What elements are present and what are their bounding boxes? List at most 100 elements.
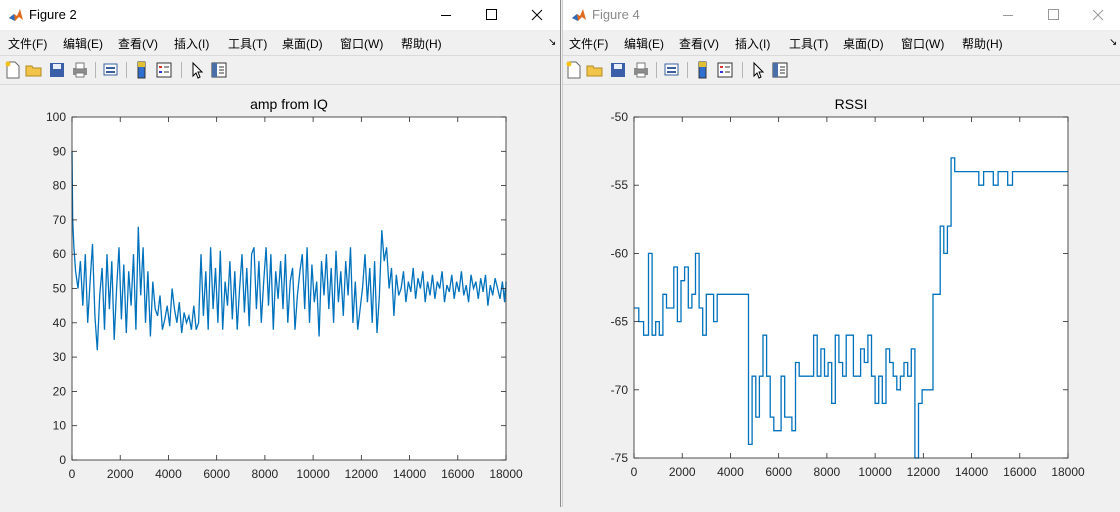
x-tick-label: 2000: [107, 467, 134, 481]
figure-canvas[interactable]: amp from IQ 0 2000 4000 6000 8000 10000 12000 14…: [0, 85, 560, 507]
menu-tools[interactable]: 工具(T): [789, 35, 828, 52]
x-tick-label: 14000: [393, 467, 427, 481]
toolbar: [563, 55, 1120, 85]
x-tick-label: 10000: [296, 467, 330, 481]
toolbar-separator: [126, 62, 127, 78]
y-tick-label: -65: [611, 315, 629, 329]
matlab-logo-icon: [572, 9, 586, 21]
menu-bar: 文件(F) 编辑(E) 查看(V) 插入(I) 工具(T) 桌面(D) 窗口(W…: [563, 31, 1120, 53]
rssi-axes[interactable]: RSSI 0 2000 4000 6000 8000 10000 12000 14000 1600…: [563, 85, 1120, 507]
y-tick-label: 100: [46, 110, 66, 124]
y-tick-label: 0: [59, 453, 66, 467]
edit-plot-cursor-icon[interactable]: [187, 60, 207, 80]
y-tick-label: 30: [53, 350, 67, 364]
window-title: Figure 4: [592, 7, 640, 22]
menu-insert[interactable]: 插入(I): [174, 35, 209, 52]
menu-view[interactable]: 查看(V): [118, 35, 158, 52]
x-tick-label: 0: [69, 467, 76, 481]
x-tick-label: 14000: [955, 465, 989, 479]
new-figure-icon[interactable]: [3, 60, 23, 80]
menu-window[interactable]: 窗口(W): [340, 35, 383, 52]
maximize-button[interactable]: [1030, 0, 1076, 30]
close-button[interactable]: [514, 0, 560, 30]
x-tick-label: 12000: [345, 467, 379, 481]
figure-canvas[interactable]: RSSI 0 2000 4000 6000 8000 10000 12000 14000 1600…: [563, 85, 1120, 507]
y-tick-label: 40: [53, 316, 67, 330]
minimize-button[interactable]: [423, 0, 469, 30]
menu-view[interactable]: 查看(V): [679, 35, 719, 52]
menu-overflow-arrow-icon[interactable]: ↘: [1109, 37, 1117, 48]
print-icon[interactable]: [70, 60, 90, 80]
toolbar-separator: [687, 62, 688, 78]
x-tick-label: 12000: [907, 465, 941, 479]
new-figure-icon[interactable]: [564, 60, 584, 80]
save-icon[interactable]: [608, 60, 628, 80]
window-title: Figure 2: [29, 7, 77, 22]
legend-icon[interactable]: [154, 60, 174, 80]
menu-window[interactable]: 窗口(W): [901, 35, 944, 52]
y-tick-label: 80: [53, 179, 67, 193]
amp-from-iq-axes[interactable]: amp from IQ 0 2000 4000 6000 8000 10000 12000 14…: [0, 85, 560, 507]
x-tick-label: 2000: [669, 465, 696, 479]
x-tick-label: 18000: [489, 467, 523, 481]
legend-icon[interactable]: [715, 60, 735, 80]
y-tick-label: 60: [53, 247, 67, 261]
menu-desktop[interactable]: 桌面(D): [843, 35, 884, 52]
maximize-button[interactable]: [468, 0, 514, 30]
y-tick-label: 20: [53, 384, 67, 398]
toolbar-separator: [95, 62, 96, 78]
x-tick-label: 0: [631, 465, 638, 479]
colorbar-icon[interactable]: [693, 60, 713, 80]
property-inspector-icon[interactable]: [770, 60, 790, 80]
print-icon[interactable]: [631, 60, 651, 80]
colorbar-icon[interactable]: [132, 60, 152, 80]
property-inspector-icon[interactable]: [209, 60, 229, 80]
menu-tools[interactable]: 工具(T): [228, 35, 267, 52]
menu-desktop[interactable]: 桌面(D): [282, 35, 323, 52]
y-tick-label: -60: [611, 246, 629, 260]
title-bar[interactable]: Figure 2: [0, 0, 560, 30]
maximize-icon: [486, 9, 497, 20]
menu-help[interactable]: 帮助(H): [962, 35, 1003, 52]
matlab-logo-icon: [9, 9, 23, 21]
menu-insert[interactable]: 插入(I): [735, 35, 770, 52]
menu-overflow-arrow-icon[interactable]: ↘: [548, 37, 556, 48]
menu-file[interactable]: 文件(F): [569, 35, 608, 52]
y-tick-label: -55: [611, 178, 629, 192]
link-plot-icon[interactable]: [662, 60, 682, 80]
close-button[interactable]: [1075, 0, 1120, 30]
x-tick-label: 8000: [252, 467, 279, 481]
x-tick-label: 4000: [155, 467, 182, 481]
menu-file[interactable]: 文件(F): [8, 35, 47, 52]
x-tick-label: 10000: [858, 465, 892, 479]
toolbar-separator: [656, 62, 657, 78]
y-tick-label: 50: [53, 282, 67, 296]
open-file-icon[interactable]: [585, 60, 605, 80]
y-tick-label: 90: [53, 144, 67, 158]
open-file-icon[interactable]: [24, 60, 44, 80]
save-icon[interactable]: [47, 60, 67, 80]
x-tick-label: 16000: [441, 467, 475, 481]
x-tick-label: 4000: [717, 465, 744, 479]
menu-edit[interactable]: 编辑(E): [63, 35, 103, 52]
link-plot-icon[interactable]: [101, 60, 121, 80]
title-bar[interactable]: Figure 4: [563, 0, 1120, 30]
figure-window-4[interactable]: Figure 4 文件(F) 编辑(E) 查看(V) 插入(I) 工具(T) 桌…: [562, 0, 1120, 507]
toolbar-separator: [181, 62, 182, 78]
maximize-icon: [1048, 9, 1059, 20]
figure-window-2[interactable]: Figure 2 文件(F) 编辑(E) 查看(V) 插入(I) 工具(T) 桌…: [0, 0, 561, 507]
x-tick-label: 6000: [203, 467, 230, 481]
close-icon: [1092, 9, 1104, 21]
menu-help[interactable]: 帮助(H): [401, 35, 442, 52]
y-tick-label: 10: [53, 419, 67, 433]
toolbar-separator: [742, 62, 743, 78]
menu-edit[interactable]: 编辑(E): [624, 35, 664, 52]
y-tick-label: -50: [611, 110, 629, 124]
minimize-icon: [441, 15, 451, 16]
minimize-icon: [1003, 15, 1013, 16]
toolbar: [0, 55, 560, 85]
x-tick-label: 18000: [1051, 465, 1085, 479]
edit-plot-cursor-icon[interactable]: [748, 60, 768, 80]
minimize-button[interactable]: [985, 0, 1031, 30]
y-tick-label: -70: [611, 383, 629, 397]
